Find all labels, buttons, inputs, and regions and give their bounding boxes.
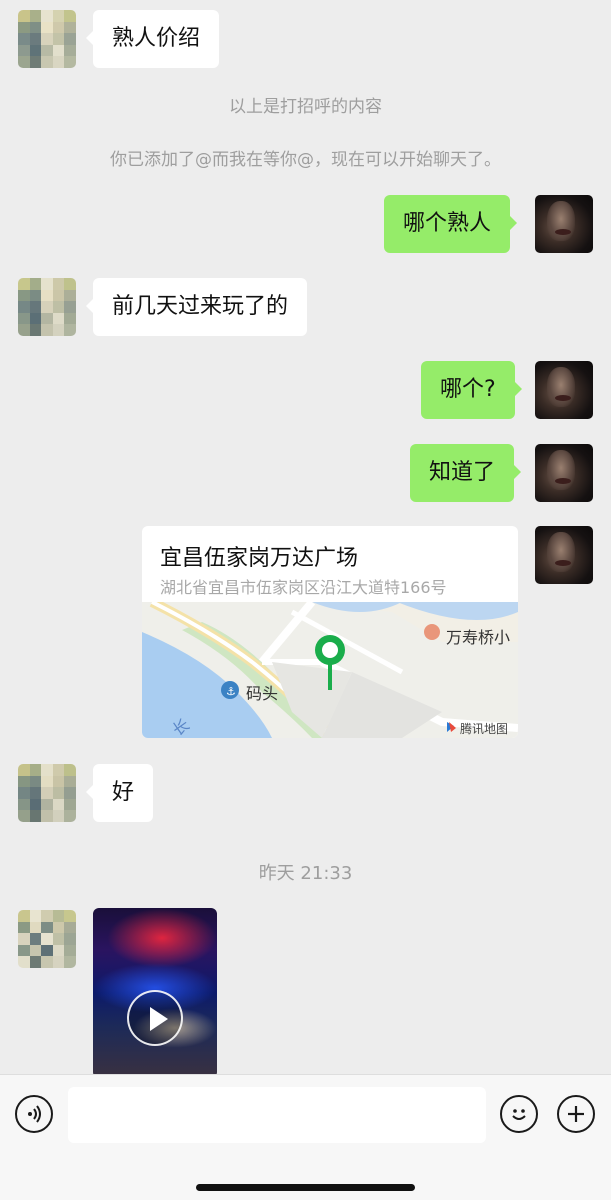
avatar-lips <box>555 395 571 401</box>
message-text: 哪个熟人 <box>403 211 492 236</box>
avatar-face <box>547 201 575 241</box>
timestamp: 昨天 21:33 <box>258 863 353 884</box>
message-text: 熟人价绍 <box>112 26 201 51</box>
plus-glyph <box>568 1106 584 1122</box>
outgoing-message[interactable]: 哪个? <box>421 361 522 419</box>
location-title: 宜昌伍家岗万达广场 <box>160 546 359 571</box>
location-address: 湖北省宜昌市伍家岗区沿江大道特166号 <box>160 578 447 597</box>
my-avatar[interactable] <box>535 195 593 253</box>
contact-avatar[interactable] <box>18 278 76 336</box>
contact-avatar[interactable] <box>18 10 76 68</box>
avatar-lips <box>555 478 571 484</box>
my-avatar[interactable] <box>535 361 593 419</box>
video-frame-light <box>107 908 217 968</box>
avatar-lips <box>555 229 571 235</box>
avatar-lips <box>555 560 571 566</box>
avatar-mosaic <box>18 278 76 336</box>
svg-text:⚓: ⚓ <box>226 685 236 698</box>
message-text: 好 <box>112 780 135 805</box>
chat-area: 熟人价绍 以上是打招呼的内容 你已添加了@而我在等你@，现在可以开始聊天了。 哪… <box>0 0 611 1074</box>
message-text: 哪个? <box>440 377 496 402</box>
location-message[interactable]: 宜昌伍家岗万达广场 湖北省宜昌市伍家岗区沿江大道特166号 ⚓ 万寿桥小 码头 … <box>142 526 518 738</box>
message-text: 前几天过来玩了的 <box>112 294 289 319</box>
outgoing-message[interactable]: 哪个熟人 <box>384 195 518 253</box>
incoming-message[interactable]: 好 <box>85 764 154 822</box>
avatar-mosaic <box>18 10 76 68</box>
incoming-message[interactable]: 前几天过来玩了的 <box>85 278 308 336</box>
avatar-face <box>547 367 575 407</box>
my-avatar[interactable] <box>535 526 593 584</box>
emoji-icon[interactable] <box>500 1095 538 1133</box>
emoji-glyph <box>512 1109 526 1120</box>
play-icon[interactable] <box>127 990 183 1046</box>
plus-icon[interactable] <box>557 1095 595 1133</box>
map-graphic: ⚓ <box>142 602 518 738</box>
map-credit: 腾讯地图 <box>460 722 509 736</box>
voice-glyph <box>28 1105 41 1123</box>
contact-avatar[interactable] <box>18 910 76 968</box>
input-bar <box>0 1074 611 1200</box>
map-dock-label: 码头 <box>246 684 279 703</box>
avatar-mosaic <box>18 764 76 822</box>
video-message[interactable] <box>93 908 217 1074</box>
voice-icon[interactable] <box>15 1095 53 1133</box>
message-text: 知道了 <box>429 460 496 485</box>
avatar-face <box>547 450 575 490</box>
system-notice: 你已添加了@而我在等你@，现在可以开始聊天了。 <box>110 150 501 170</box>
contact-avatar[interactable] <box>18 764 76 822</box>
system-notice: 以上是打招呼的内容 <box>229 97 382 117</box>
message-input[interactable] <box>68 1087 486 1143</box>
location-map[interactable]: ⚓ 万寿桥小 码头 长 腾讯地图 <box>142 602 518 738</box>
my-avatar[interactable] <box>535 444 593 502</box>
home-indicator[interactable] <box>196 1184 415 1191</box>
avatar-face <box>547 532 575 572</box>
avatar-mosaic <box>18 910 76 968</box>
incoming-message[interactable]: 熟人价绍 <box>85 10 220 68</box>
outgoing-message[interactable]: 知道了 <box>410 444 522 502</box>
map-poi-label: 万寿桥小 <box>446 628 511 647</box>
